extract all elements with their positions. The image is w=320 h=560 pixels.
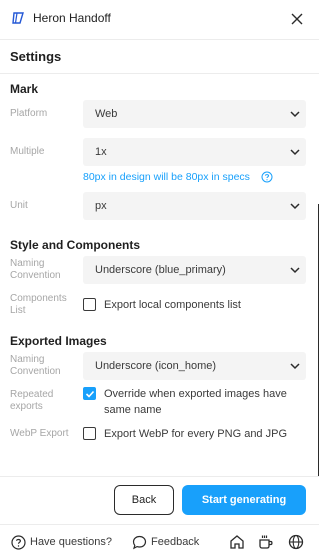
- window-title: Heron Handoff: [33, 11, 111, 25]
- style-naming-select[interactable]: Underscore (blue_primary): [83, 256, 306, 284]
- repeated-exports-label: exports: [10, 401, 43, 412]
- unit-select[interactable]: px: [83, 192, 306, 220]
- have-questions-label: Have questions?: [30, 536, 112, 548]
- override-exports-label: Override when exported images have: [104, 388, 287, 400]
- export-components-label: Export local components list: [104, 299, 241, 311]
- components-list-label: List: [10, 305, 26, 316]
- section-title-style-components: Style and Components: [10, 238, 141, 252]
- platform-value: Web: [95, 108, 118, 120]
- multiple-select[interactable]: 1x: [83, 138, 306, 166]
- platform-label: Platform: [10, 108, 48, 119]
- export-components-checkbox[interactable]: [83, 298, 96, 311]
- multiple-label: Multiple: [10, 146, 45, 157]
- unit-label: Unit: [10, 200, 28, 211]
- style-naming-value: Underscore (blue_primary): [95, 264, 226, 276]
- naming-convention-label: Convention: [10, 270, 61, 281]
- checkmark-icon: [85, 390, 95, 398]
- coffee-cup-icon[interactable]: [258, 534, 274, 550]
- settings-header: Settings: [0, 41, 319, 74]
- webp-export-checkbox-label: Export WebP for every PNG and JPG: [104, 428, 288, 440]
- chevron-down-icon: [290, 267, 300, 274]
- question-circle-icon: [11, 535, 26, 550]
- home-icon[interactable]: [229, 534, 245, 550]
- platform-select[interactable]: Web: [83, 100, 306, 128]
- chevron-down-icon: [290, 203, 300, 210]
- bottom-bar: Have questions? Feedback: [0, 524, 319, 560]
- images-naming-select[interactable]: Underscore (icon_home): [83, 352, 306, 380]
- multiple-value: 1x: [95, 146, 107, 158]
- unit-value: px: [95, 200, 107, 212]
- naming-convention-label: Naming: [10, 354, 45, 365]
- webp-export-label: WebP Export: [10, 428, 69, 439]
- multiple-hint: 80px in design will be 80px in specs: [83, 171, 250, 183]
- divider: [0, 476, 319, 477]
- heron-logo-icon: [12, 12, 24, 24]
- chevron-down-icon: [290, 111, 300, 118]
- naming-convention-label: Naming: [10, 258, 45, 269]
- page-title: Settings: [10, 49, 62, 64]
- close-icon[interactable]: [290, 12, 304, 26]
- section-title-mark: Mark: [10, 82, 39, 96]
- back-button[interactable]: Back: [114, 485, 174, 515]
- repeated-exports-label: Repeated: [10, 389, 54, 400]
- feedback-label: Feedback: [151, 536, 200, 548]
- scrollbar[interactable]: [318, 204, 319, 476]
- chevron-down-icon: [290, 363, 300, 370]
- help-circle-icon[interactable]: [261, 171, 273, 183]
- globe-icon[interactable]: [288, 534, 304, 550]
- override-exports-checkbox[interactable]: [83, 387, 96, 400]
- naming-convention-label: Convention: [10, 366, 61, 377]
- components-list-label: Components: [10, 293, 67, 304]
- title-bar: Heron Handoff: [0, 0, 319, 40]
- section-title-exported-images: Exported Images: [10, 334, 107, 348]
- override-exports-label: same name: [104, 404, 162, 416]
- chevron-down-icon: [290, 149, 300, 156]
- start-generating-button[interactable]: Start generating: [182, 485, 306, 515]
- webp-export-checkbox[interactable]: [83, 427, 96, 440]
- chat-bubble-icon: [132, 535, 147, 550]
- images-naming-value: Underscore (icon_home): [95, 360, 217, 372]
